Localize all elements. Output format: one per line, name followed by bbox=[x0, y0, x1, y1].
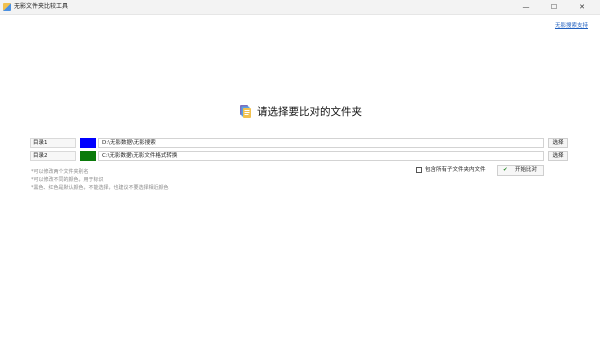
include-subfolders-label[interactable]: 包含所有子文件夹内文件 bbox=[425, 166, 486, 174]
maximize-button[interactable]: ☐ bbox=[540, 0, 568, 14]
folder2-path-field[interactable]: C:\无影数据\无影文件格式转换 bbox=[98, 151, 544, 161]
folder2-choose-button[interactable]: 选择 bbox=[548, 151, 568, 161]
folder-compare-icon bbox=[238, 104, 253, 119]
app-logo-icon bbox=[3, 3, 11, 11]
folder1-color-swatch[interactable] bbox=[80, 138, 96, 148]
folder2-color-swatch[interactable] bbox=[80, 151, 96, 161]
checkmark-icon: ✔ bbox=[503, 167, 508, 173]
window-title: 无影文件夹比较工具 bbox=[14, 3, 69, 10]
close-button[interactable]: ✕ bbox=[568, 0, 596, 14]
start-compare-button[interactable]: ✔ 开始比对 bbox=[497, 165, 544, 176]
folder1-choose-button[interactable]: 选择 bbox=[548, 138, 568, 148]
folder2-alias-field[interactable]: 目录2 bbox=[30, 151, 76, 161]
folder1-path-field[interactable]: D:\无影数据\无影搜索 bbox=[98, 138, 544, 148]
folder1-alias-field[interactable]: 目录1 bbox=[30, 138, 76, 148]
page-heading: 请选择要比对的文件夹 bbox=[257, 106, 362, 118]
include-subfolders-checkbox[interactable] bbox=[416, 167, 422, 173]
heading-area: 请选择要比对的文件夹 bbox=[0, 104, 600, 119]
hint-default-colors: *黑色、红色是默认颜色，不能选择，也建议不要选择相近颜色 bbox=[31, 185, 169, 191]
hint-alias: *可以修改两个文件夹别名 bbox=[31, 169, 89, 175]
hint-color: *可以修改不同的颜色，用于标识 bbox=[31, 177, 104, 183]
title-bar: 无影文件夹比较工具 — ☐ ✕ bbox=[0, 0, 600, 15]
support-link[interactable]: 无影搜索支持 bbox=[555, 21, 588, 29]
minimize-button[interactable]: — bbox=[512, 0, 540, 14]
start-compare-label: 开始比对 bbox=[515, 167, 538, 173]
